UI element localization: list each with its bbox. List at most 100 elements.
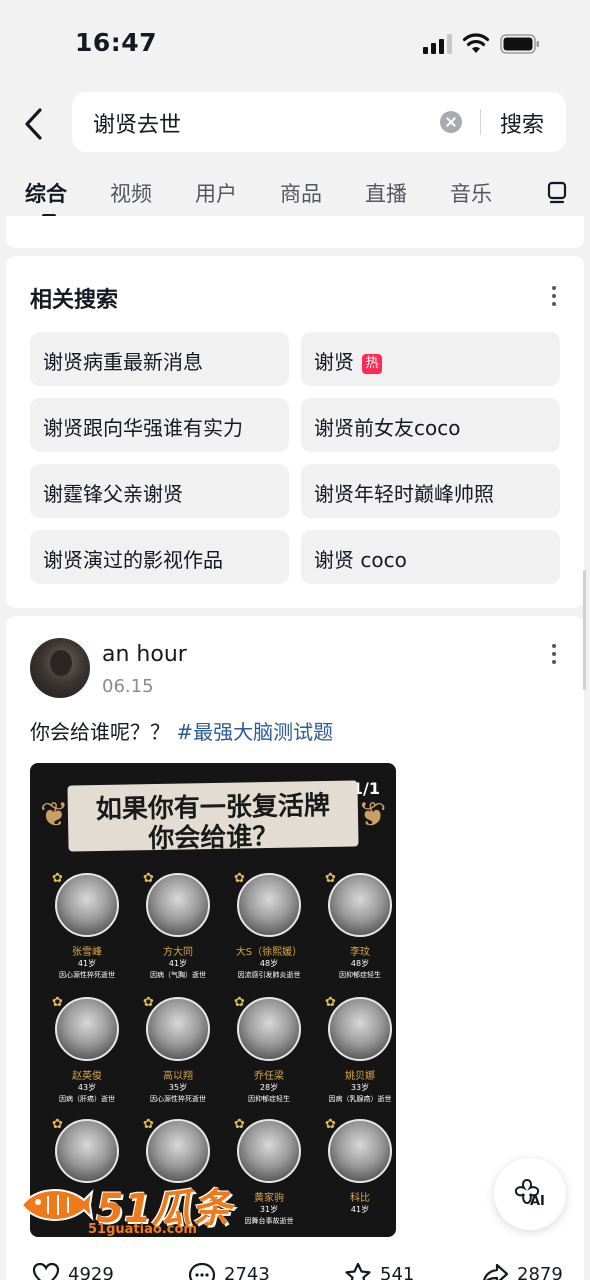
clear-icon[interactable] (440, 111, 462, 133)
person-cause: 因心源性猝死逝世 (59, 971, 115, 979)
person-age: 48岁 (350, 959, 370, 968)
tab-video[interactable]: 视频 (110, 178, 152, 208)
crown-icon: ✿ (52, 995, 63, 1010)
hashtag-link[interactable]: #最强大脑测试题 (176, 720, 333, 744)
crown-icon: ✿ (234, 995, 245, 1010)
related-search-item[interactable]: 谢贤演过的影视作品 (30, 530, 289, 584)
crown-icon: ✿ (143, 871, 154, 886)
tab-users[interactable]: 用户 (195, 178, 237, 208)
person-cause: 因抑郁症轻生 (339, 971, 381, 979)
crown-icon: ✿ (52, 871, 63, 886)
post-actions: 4929 2743 541 2879 (0, 1258, 590, 1280)
person-cause: 因流感引发肺炎逝世 (237, 971, 301, 979)
crown-icon: ✿ (325, 871, 336, 886)
person-photo (146, 1119, 210, 1183)
favorite-button[interactable]: 541 (345, 1262, 414, 1280)
person-age: 33岁 (350, 1083, 370, 1092)
comment-icon (188, 1262, 216, 1280)
share-icon (483, 1263, 509, 1280)
person-cause: 因病（乳腺癌）逝世 (328, 1095, 392, 1103)
crown-icon: ✿ (52, 1117, 63, 1132)
search-button[interactable]: 搜索 (500, 107, 544, 139)
tab-products[interactable]: 商品 (280, 178, 322, 208)
person-tile: ✿ 科比 41岁 (315, 1117, 396, 1237)
like-button[interactable]: 4929 (32, 1262, 114, 1280)
comment-button[interactable]: 2743 (188, 1262, 270, 1280)
person-age: 41岁 (350, 1205, 370, 1214)
person-age: 28岁 (259, 1083, 279, 1092)
person-name: 乔任梁 (254, 1071, 284, 1082)
related-search-item[interactable]: 谢霆锋父亲谢贤 (30, 464, 289, 518)
person-photo (55, 997, 119, 1061)
person-name: 大S（徐熙媛） (235, 947, 303, 958)
tab-fade (500, 168, 540, 216)
person-tile: ✿ 李玟 48岁因抑郁症轻生 (315, 871, 396, 993)
ai-assistant-button[interactable]: AI (494, 1158, 566, 1230)
search-header: 谢贤去世 搜索 (0, 88, 590, 168)
person-cause: 因病（肝癌）逝世 (59, 1095, 115, 1103)
tab-live[interactable]: 直播 (365, 178, 407, 208)
result-tabs: 综合 视频 用户 商品 直播 音乐 (0, 168, 590, 218)
watermark-logo: 51瓜条 51guatiao.com (18, 1176, 238, 1242)
related-search-item[interactable]: 谢贤年轻时巅峰帅照 (301, 464, 560, 518)
person-age: 43岁 (77, 1083, 97, 1092)
post-image[interactable]: 1/1 ❦ ❦ 如果你有一张复活牌 你会给谁？ ✿ 张雪峰 41岁 因心源性猝死逝世 ✿… (30, 763, 396, 1237)
person-age: 35岁 (168, 1083, 188, 1092)
like-count: 4929 (68, 1264, 114, 1280)
author-name[interactable]: an hour (102, 642, 187, 667)
person-age: 41岁 (77, 959, 97, 968)
more-options-icon[interactable] (552, 286, 556, 306)
search-query: 谢贤去世 (93, 113, 182, 138)
person-tile: ✿ 乔任梁 28岁因抑郁症轻生 (224, 995, 314, 1117)
crown-icon: ✿ (325, 995, 336, 1010)
search-divider (480, 109, 481, 135)
person-photo (328, 1119, 392, 1183)
related-searches-card: 相关搜索 谢贤病重最新消息 谢贤热 谢贤跟向华强谁有实力 谢贤前女友coco 谢… (6, 256, 584, 608)
post-date: 06.15 (102, 676, 154, 697)
scrollbar[interactable] (583, 570, 586, 690)
tab-menu-icon[interactable] (545, 178, 569, 204)
image-title-banner: 如果你有一张复活牌 你会给谁？ (67, 780, 359, 854)
person-photo (328, 997, 392, 1061)
star-icon (345, 1262, 371, 1280)
related-search-item[interactable]: 谢贤 coco (301, 530, 560, 584)
person-tile: ✿ 姚贝娜 33岁因病（乳腺癌）逝世 (315, 995, 396, 1117)
search-input[interactable]: 谢贤去世 搜索 (72, 92, 566, 152)
crown-icon: ✿ (143, 995, 154, 1010)
person-photo (237, 997, 301, 1061)
person-name: 李玟 (350, 947, 370, 958)
hot-badge: 热 (362, 354, 382, 374)
related-search-item[interactable]: 谢贤前女友coco (301, 398, 560, 452)
person-photo (237, 1119, 301, 1183)
person-name: 科比 (350, 1193, 370, 1204)
person-photo (146, 873, 210, 937)
status-bar: 16:47 (0, 0, 590, 88)
person-cause: 因抑郁症轻生 (248, 1095, 290, 1103)
post-more-icon[interactable] (552, 644, 556, 664)
person-photo (55, 873, 119, 937)
author-avatar[interactable] (30, 638, 90, 698)
laurel-right-icon: ❦ (357, 795, 387, 835)
tab-music[interactable]: 音乐 (450, 178, 492, 208)
person-tile: ✿ 方大同 41岁 因病（气胸）逝世 (133, 871, 223, 993)
cellular-signal-icon (423, 34, 453, 54)
person-photo (55, 1119, 119, 1183)
share-button[interactable]: 2879 (483, 1263, 563, 1280)
related-search-item[interactable]: 谢贤病重最新消息 (30, 332, 289, 386)
battery-icon (500, 34, 539, 54)
status-time: 16:47 (75, 28, 158, 57)
related-search-item[interactable]: 谢贤热 (301, 332, 560, 386)
person-name: 姚贝娜 (345, 1071, 375, 1082)
person-age: 48岁 (259, 959, 279, 968)
person-tile: ✿ 赵英俊 43岁 因病（肝癌）逝世 (42, 995, 132, 1117)
related-search-item[interactable]: 谢贤跟向华强谁有实力 (30, 398, 289, 452)
person-photo (237, 873, 301, 937)
person-cause: 因病（气胸）逝世 (150, 971, 206, 979)
person-tile: ✿ 张雪峰 41岁 因心源性猝死逝世 (42, 871, 132, 993)
person-cause: 因心源性猝死逝世 (150, 1095, 206, 1103)
related-searches-title: 相关搜索 (30, 288, 119, 313)
back-arrow-icon[interactable] (20, 106, 50, 142)
person-age: 41岁 (168, 959, 188, 968)
comment-count: 2743 (224, 1264, 270, 1280)
tab-comprehensive[interactable]: 综合 (25, 178, 67, 208)
